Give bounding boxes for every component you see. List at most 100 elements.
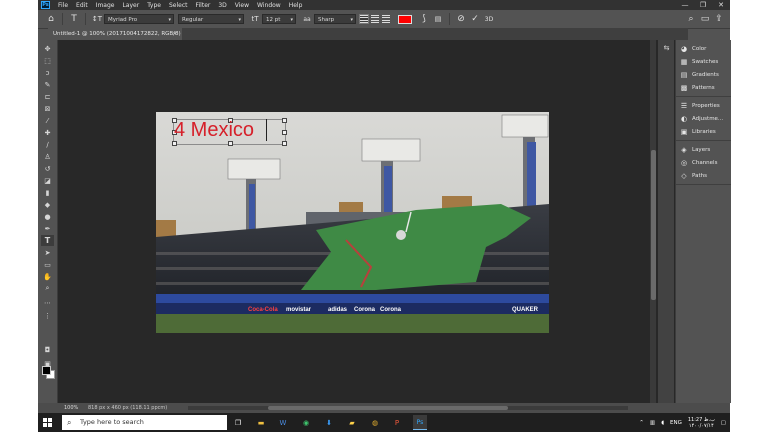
font-size-select[interactable]: 12 pt ▾ — [262, 14, 296, 24]
quick-mask-icon[interactable]: ◘ — [41, 344, 54, 355]
zoom-level[interactable]: 100% — [64, 403, 78, 413]
transform-handle[interactable] — [282, 118, 287, 123]
move-tool-icon[interactable]: ✥ — [41, 43, 54, 54]
eyedropper-tool-icon[interactable]: ⁄ — [41, 115, 54, 126]
align-center-button[interactable] — [371, 15, 379, 23]
dodge-tool-icon[interactable]: ● — [41, 211, 54, 222]
taskbar-search-box[interactable]: ⌕ Type here to search — [62, 415, 227, 430]
document-tab[interactable]: Untitled-1 @ 100% (20171004172822, RGB/8… — [48, 28, 182, 49]
hand-tool-icon[interactable]: ✋ — [41, 271, 54, 282]
panel-swatches[interactable]: ▦ Swatches — [676, 55, 731, 68]
vertical-scrollbar[interactable] — [650, 40, 656, 403]
workspace-icon[interactable]: ▭ — [698, 12, 712, 26]
panel-channels[interactable]: ◎ Channels — [676, 156, 731, 169]
menu-filter[interactable]: Filter — [192, 2, 215, 9]
chevron-up-icon[interactable]: ⌃ — [639, 420, 644, 426]
close-button[interactable]: ✕ — [712, 1, 730, 9]
zoom-tool-icon[interactable]: ⌕ — [41, 283, 54, 294]
menu-window[interactable]: Window — [253, 2, 285, 9]
input-language[interactable]: ENG — [670, 420, 682, 426]
folder-icon[interactable]: ▰ — [345, 415, 359, 430]
panel-adjustments[interactable]: ◐ Adjustme... — [676, 112, 731, 125]
restore-button[interactable]: ❐ — [694, 1, 712, 9]
warp-text-icon[interactable]: ⟆ — [417, 12, 431, 26]
home-icon[interactable]: ⌂ — [44, 12, 58, 26]
menu-select[interactable]: Select — [165, 2, 192, 9]
edit-toolbar-icon[interactable]: ⋮ — [41, 310, 54, 321]
quick-selection-tool-icon[interactable]: ✎ — [41, 79, 54, 90]
document-canvas[interactable]: Coca-Cola movistar adidas Corona Corona … — [156, 112, 549, 333]
frame-tool-icon[interactable]: ⊠ — [41, 103, 54, 114]
rectangle-tool-icon[interactable]: ▭ — [41, 259, 54, 270]
commit-edit-icon[interactable]: ✓ — [468, 12, 482, 26]
cancel-edit-icon[interactable]: ⊘ — [454, 12, 468, 26]
transform-handle[interactable] — [282, 141, 287, 146]
panel-layers[interactable]: ◈ Layers — [676, 143, 731, 156]
text-orientation-icon[interactable]: ↕T — [90, 12, 104, 26]
canvas-workspace[interactable]: Coca-Cola movistar adidas Corona Corona … — [58, 40, 688, 403]
history-brush-tool-icon[interactable]: ↺ — [41, 163, 54, 174]
path-selection-tool-icon[interactable]: ➤ — [41, 247, 54, 258]
network-icon[interactable]: ▥ — [650, 420, 655, 426]
align-right-button[interactable] — [382, 15, 390, 23]
horizontal-scrollbar[interactable] — [188, 406, 628, 410]
antialias-select[interactable]: Sharp ▾ — [314, 14, 356, 24]
crop-tool-icon[interactable]: ⊏ — [41, 91, 54, 102]
menu-view[interactable]: View — [231, 2, 253, 9]
character-panel-icon[interactable]: ▤ — [431, 12, 445, 26]
menu-edit[interactable]: Edit — [72, 2, 92, 9]
menu-layer[interactable]: Layer — [118, 2, 143, 9]
3d-text-icon[interactable]: 3D — [482, 12, 496, 26]
word-icon[interactable]: W — [276, 415, 290, 430]
close-tab-icon[interactable]: × — [172, 28, 177, 40]
share-icon[interactable]: ⇪ — [712, 12, 726, 26]
brush-tool-icon[interactable]: ∕ — [41, 139, 54, 150]
lasso-tool-icon[interactable]: ↄ — [41, 67, 54, 78]
panel-properties[interactable]: ☰ Properties — [676, 99, 731, 112]
canvas-text-layer[interactable]: 4 Mexico — [174, 116, 254, 144]
gradient-tool-icon[interactable]: ▮ — [41, 187, 54, 198]
panel-libraries[interactable]: ▣ Libraries — [676, 125, 731, 138]
file-explorer-icon[interactable]: ▬ — [254, 415, 268, 430]
menu-file[interactable]: File — [54, 2, 72, 9]
font-style-select[interactable]: Regular ▾ — [178, 14, 244, 24]
font-family-select[interactable]: Myriad Pro ▾ — [104, 14, 174, 24]
clone-stamp-tool-icon[interactable]: ♙ — [41, 151, 54, 162]
clock[interactable]: 11:27 ب.ظ ۱۴۰۰/۰۷/۱۴ — [688, 417, 715, 429]
menu-image[interactable]: Image — [92, 2, 119, 9]
document-size[interactable]: 818 px x 460 px (118.11 ppcm) — [88, 403, 167, 413]
vertical-scroll-thumb[interactable] — [651, 150, 656, 300]
blur-tool-icon[interactable]: ◆ — [41, 199, 54, 210]
type-tool-preset-icon[interactable]: T — [67, 12, 81, 26]
align-left-button[interactable] — [359, 14, 369, 24]
task-view-icon[interactable]: ❐ — [231, 415, 245, 430]
whatsapp-icon[interactable]: ◉ — [299, 415, 313, 430]
text-color-swatch[interactable] — [398, 14, 412, 24]
minimize-button[interactable]: — — [676, 1, 694, 9]
history-panel-icon[interactable]: ⇆ — [660, 42, 673, 53]
panel-paths[interactable]: ◇ Paths — [676, 169, 731, 182]
volume-icon[interactable]: ◖ — [661, 420, 664, 426]
type-tool-icon[interactable]: T — [41, 235, 54, 246]
healing-brush-tool-icon[interactable]: ✚ — [41, 127, 54, 138]
chrome-icon[interactable]: ◍ — [368, 415, 382, 430]
presentation-app-icon[interactable]: P — [390, 415, 404, 430]
download-manager-icon[interactable]: ⬇ — [322, 415, 336, 430]
notifications-icon[interactable]: ▢ — [721, 420, 726, 426]
foreground-color-swatch[interactable] — [42, 366, 51, 375]
panel-patterns[interactable]: ▩ Patterns — [676, 81, 731, 94]
eraser-tool-icon[interactable]: ◪ — [41, 175, 54, 186]
marquee-tool-icon[interactable]: ⬚ — [41, 55, 54, 66]
menu-help[interactable]: Help — [285, 2, 307, 9]
search-icon[interactable]: ⌕ — [684, 12, 698, 26]
pen-tool-icon[interactable]: ✒ — [41, 223, 54, 234]
menu-type[interactable]: Type — [143, 2, 165, 9]
photoshop-taskbar-icon[interactable]: Ps — [413, 415, 427, 430]
panel-color[interactable]: ◕ Color — [676, 42, 731, 55]
panel-gradients[interactable]: ▤ Gradients — [676, 68, 731, 81]
more-tools-icon[interactable]: ⋯ — [41, 297, 54, 308]
menu-3d[interactable]: 3D — [214, 2, 230, 9]
horizontal-scroll-thumb[interactable] — [268, 406, 508, 410]
windows-start-icon[interactable] — [43, 418, 52, 427]
transform-handle[interactable] — [282, 130, 287, 135]
